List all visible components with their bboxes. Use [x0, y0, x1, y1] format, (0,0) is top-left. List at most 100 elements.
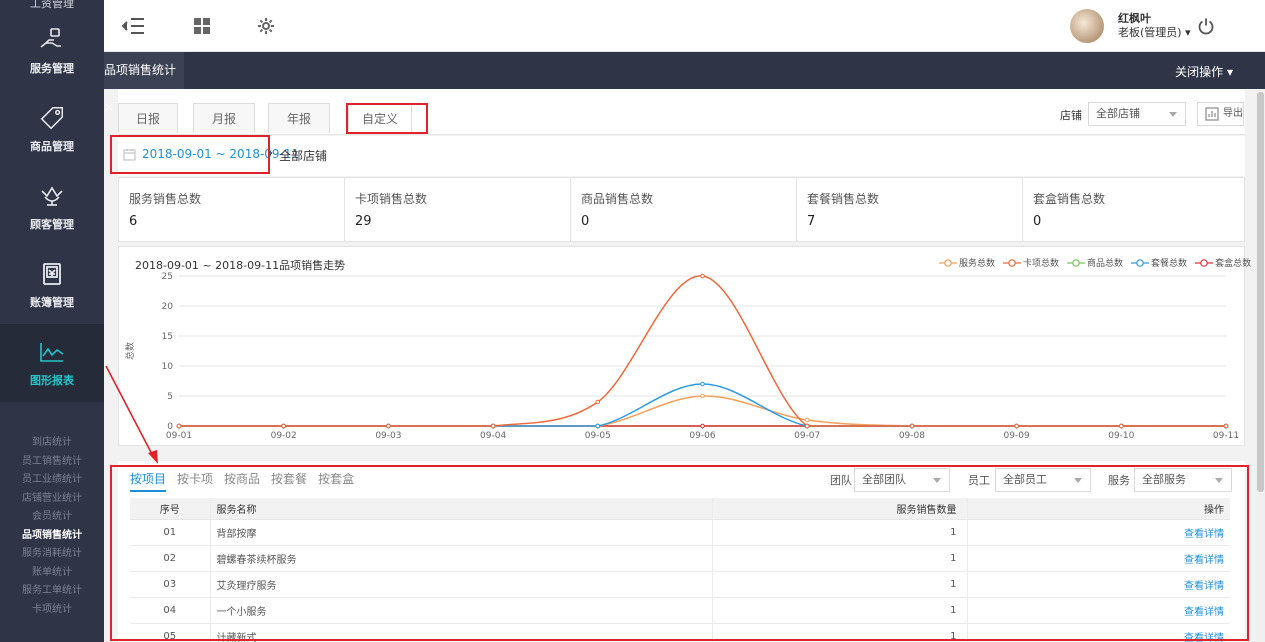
sidebar-item-label: 服务管理 [30, 62, 74, 75]
power-icon[interactable] [1194, 14, 1218, 38]
store-select-value: 全部店铺 [1096, 107, 1140, 120]
y-tick-label: 25 [162, 272, 173, 282]
x-tick-label: 09-03 [375, 431, 401, 441]
stat-value: 6 [129, 214, 138, 229]
data-point [1223, 423, 1229, 429]
chart-plot: 051015202509-01 09-02 09-03 09-04 09-05 09-06… [124, 272, 1239, 441]
highlight-box [110, 135, 270, 174]
menu-collapse-icon[interactable] [121, 14, 145, 38]
stat-value: 0 [1033, 214, 1042, 229]
sidebar-item-salary[interactable]: 工资管理 [0, 0, 104, 12]
top-bar: 红枫叶 老板(管理员) ▾ [104, 0, 1265, 52]
sidebar-item-ledger[interactable]: 账簿管理 [0, 246, 104, 324]
data-point [595, 423, 601, 429]
user-role: 老板(管理员) ▾ [1118, 26, 1191, 39]
sidebar-item-service[interactable]: 服务管理 [0, 12, 104, 90]
submenu-item-staff-performance[interactable]: 员工业绩统计 [0, 471, 104, 490]
data-point [700, 381, 705, 387]
stat-label: 商品销售总数 [581, 192, 654, 206]
data-point [386, 423, 391, 429]
submenu-item-service-consumption[interactable]: 服务消耗统计 [0, 545, 104, 564]
data-point [1014, 423, 1019, 429]
export-button[interactable]: 导出 [1197, 102, 1244, 126]
data-point [909, 423, 915, 429]
export-label: 导出 [1223, 108, 1243, 119]
chevron-down-icon [1169, 112, 1177, 117]
grid-icon[interactable] [190, 14, 214, 38]
line-chart-icon [38, 338, 66, 366]
annotation-arrow [105, 365, 158, 464]
series-line [179, 395, 1226, 427]
stat-goods-sales: 商品销售总数 0 [571, 178, 797, 241]
x-tick-label: 09-11 [1213, 431, 1239, 441]
data-point [595, 399, 601, 405]
submenu-item-item-sales[interactable]: 品项销售统计 [0, 527, 104, 546]
sidebar-item-label: 顾客管理 [30, 218, 74, 231]
series-line [179, 383, 1226, 427]
scrollbar-thumb[interactable] [1257, 92, 1264, 492]
avatar [1070, 9, 1104, 43]
crown-icon [38, 182, 66, 210]
x-tick-label: 09-02 [271, 431, 297, 441]
store-select[interactable]: 全部店铺 [1088, 102, 1186, 126]
data-point [804, 423, 810, 429]
sidebar-item-goods[interactable]: 商品管理 [0, 90, 104, 168]
y-axis-label: 总数 [124, 342, 136, 360]
sidebar: 工资管理 服务管理 商品管理 顾客管理 账簿管理 图形报表 到店统计 员工销售统… [0, 0, 104, 642]
sidebar-item-reports[interactable]: 图形报表 [0, 324, 104, 402]
stats-row: 服务销售总数 6 卡项销售总数 29 商品销售总数 0 套餐销售总数 7 套盒销… [118, 177, 1245, 242]
stat-value: 7 [807, 214, 816, 229]
hand-service-icon [38, 26, 66, 54]
sidebar-item-label: 商品管理 [30, 140, 74, 153]
close-operations-dropdown[interactable]: 关闭操作 ▾ [1175, 52, 1233, 92]
sidebar-item-customer[interactable]: 顾客管理 [0, 168, 104, 246]
tab-bar: 品项销售统计 × 关闭操作 ▾ [104, 52, 1265, 114]
x-tick-label: 09-04 [480, 431, 506, 441]
tab-yearly[interactable]: 年报 [268, 103, 330, 133]
y-tick-label: 20 [162, 302, 174, 312]
stat-box-sales: 套盒销售总数 0 [1023, 178, 1244, 241]
period-bar: 日报 月报 年报 自定义 店铺 全部店铺 导出 [118, 89, 1245, 135]
submenu-item-bill[interactable]: 账单统计 [0, 564, 104, 583]
data-point [804, 417, 810, 423]
tab-monthly[interactable]: 月报 [193, 103, 255, 133]
submenu-item-staff-sales[interactable]: 员工销售统计 [0, 453, 104, 472]
series-line [179, 275, 1226, 427]
data-point [700, 273, 705, 279]
stat-label: 套盒销售总数 [1033, 192, 1106, 206]
export-icon [1205, 107, 1219, 121]
tab-item-sales-stats[interactable]: 品项销售统计 × [104, 52, 184, 114]
user-menu[interactable]: 红枫叶 老板(管理员) ▾ [1070, 9, 1191, 43]
store-label: 店铺 [1060, 109, 1082, 122]
y-tick-label: 15 [162, 332, 173, 342]
stat-label: 服务销售总数 [129, 192, 202, 206]
stat-label: 套餐销售总数 [807, 192, 880, 206]
data-point [490, 423, 496, 429]
data-point [700, 423, 705, 429]
stat-card-sales: 卡项销售总数 29 [345, 178, 571, 241]
submenu-item-member[interactable]: 会员统计 [0, 508, 104, 527]
submenu-item-card[interactable]: 卡项统计 [0, 601, 104, 620]
submenu-item-store-visit[interactable]: 到店统计 [0, 434, 104, 453]
x-tick-label: 09-06 [689, 431, 715, 441]
sidebar-item-label: 图形报表 [30, 374, 74, 387]
tab-daily[interactable]: 日报 [118, 103, 178, 133]
stat-value: 0 [581, 214, 590, 229]
x-tick-label: 09-10 [1108, 431, 1134, 441]
data-point [281, 423, 286, 429]
data-point [1119, 423, 1124, 429]
trend-chart: 2018-09-01 ~ 2018-09-11品项销售走势 服务总数 卡项总数 商品… [118, 246, 1251, 446]
scope-label: 全部店铺 [279, 149, 328, 163]
data-point [700, 393, 705, 399]
stat-package-sales: 套餐销售总数 7 [797, 178, 1023, 241]
x-tick-label: 09-08 [899, 431, 925, 441]
x-tick-label: 09-07 [794, 431, 820, 441]
x-tick-label: 09-09 [1004, 431, 1030, 441]
submenu-item-store-business[interactable]: 店铺营业统计 [0, 490, 104, 509]
date-row: 2018-09-01 ~ 2018-09-11 › 全部店铺 [118, 136, 1245, 176]
gear-icon[interactable] [254, 14, 278, 38]
data-point [176, 423, 182, 429]
stat-service-sales: 服务销售总数 6 [119, 178, 345, 241]
stat-value: 29 [355, 214, 372, 229]
submenu-item-service-order[interactable]: 服务工单统计 [0, 582, 104, 601]
